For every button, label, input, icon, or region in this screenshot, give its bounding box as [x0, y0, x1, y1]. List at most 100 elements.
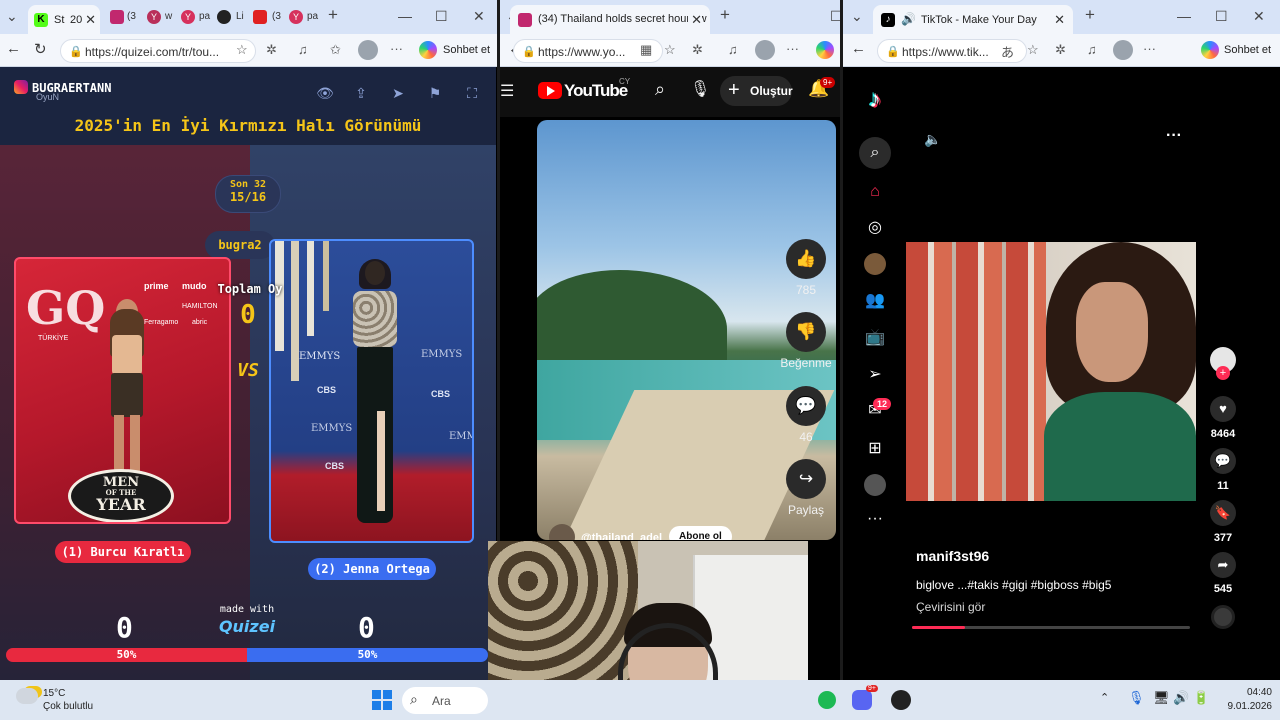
send-icon[interactable]: ➤ — [383, 78, 413, 108]
explore-compass-icon[interactable]: ◎ — [864, 217, 886, 239]
profile-avatar-icon[interactable] — [755, 40, 775, 60]
profile-avatar-icon[interactable] — [864, 474, 886, 496]
maximize-icon[interactable]: ☐ — [830, 8, 840, 25]
copilot-icon[interactable] — [1201, 41, 1219, 59]
music-disc-icon[interactable] — [1211, 605, 1235, 629]
microphone-icon[interactable]: 🎙 — [1128, 690, 1145, 706]
app-icon[interactable] — [891, 690, 911, 710]
tab-list-icon[interactable]: ⌄ — [6, 8, 18, 25]
more-menu-icon[interactable]: ··· — [786, 41, 799, 56]
copilot-icon[interactable] — [419, 41, 437, 59]
chat-button[interactable]: Sohbet et — [1224, 44, 1271, 56]
new-tab-icon[interactable]: + — [720, 5, 730, 25]
share-icon[interactable]: ⇪ — [346, 78, 376, 108]
video-more-icon[interactable]: ··· — [1166, 127, 1182, 145]
y-favicon-icon[interactable]: Y — [289, 10, 303, 24]
more-menu-icon[interactable]: ··· — [1143, 41, 1156, 56]
following-avatar-icon[interactable] — [864, 253, 886, 275]
show-hidden-icons[interactable]: ⌃ — [1100, 691, 1109, 704]
back-icon[interactable]: ← — [6, 40, 21, 57]
close-window-icon[interactable]: ✕ — [1253, 8, 1265, 25]
reader-icon[interactable]: ▦ — [640, 42, 652, 58]
video-progress-track[interactable] — [912, 626, 1190, 629]
more-menu-icon[interactable]: ··· — [390, 41, 403, 56]
youtube-favicon-icon[interactable] — [110, 10, 124, 24]
collections-icon[interactable]: ✩ — [330, 42, 341, 58]
youtube-favicon-icon[interactable]: Y — [147, 10, 161, 24]
chat-button[interactable]: Sohbet et — [443, 44, 490, 56]
music-icon[interactable]: ♫ — [1087, 42, 1097, 57]
comment-icon[interactable]: 💬 — [1210, 448, 1236, 474]
candidate-name-right[interactable]: (2) Jenna Ortega — [308, 558, 436, 580]
like-heart-icon[interactable]: ♥ — [1210, 396, 1236, 422]
copilot-icon[interactable] — [816, 41, 834, 59]
weather-icon[interactable] — [16, 688, 38, 704]
clock-favicon-icon[interactable] — [217, 10, 231, 24]
candidate-card-left[interactable]: GQ TÜRKİYE prime mudo HAMILTON Ferragamo… — [14, 257, 231, 524]
hamburger-menu-icon[interactable]: ☰ — [500, 81, 514, 101]
refresh-icon[interactable]: ↻ — [34, 40, 47, 58]
bookmark-icon[interactable]: 🔖 — [1210, 500, 1236, 526]
music-icon[interactable]: ♫ — [728, 42, 738, 57]
search-icon[interactable]: ⌕ — [655, 79, 665, 100]
live-icon[interactable]: 📺 — [864, 327, 886, 349]
volume-icon[interactable]: 🔊 — [1173, 690, 1189, 706]
discord-icon[interactable] — [852, 690, 872, 710]
extensions-icon[interactable]: ✲ — [266, 42, 277, 58]
search-icon[interactable]: ⌕ — [859, 137, 891, 169]
close-tab-icon[interactable]: ✕ — [1054, 12, 1065, 28]
translate-link[interactable]: Çevirisini gör — [916, 600, 985, 614]
extensions-icon[interactable]: ✲ — [1055, 42, 1066, 58]
like-button[interactable]: 👍 — [786, 239, 826, 279]
friends-icon[interactable]: 👥 — [864, 290, 886, 312]
channel-handle[interactable]: @thailand_adel — [581, 532, 662, 540]
y-favicon-icon[interactable]: Y — [181, 10, 195, 24]
maximize-icon[interactable]: ☐ — [435, 8, 448, 25]
new-tab-icon[interactable]: + — [1085, 5, 1095, 25]
tab-list-icon[interactable]: ⌄ — [851, 8, 863, 25]
view-eye-icon[interactable]: 👁 — [310, 78, 340, 108]
favorite-star-icon[interactable]: ☆ — [664, 42, 676, 58]
share-arrow-icon[interactable]: ➦ — [1210, 552, 1236, 578]
follow-plus-icon[interactable]: + — [1216, 366, 1230, 380]
candidate-card-right[interactable]: EMMYS EMMYS EMMYS EMMYS CBS CBS CBS — [269, 239, 474, 543]
spotify-icon[interactable] — [818, 691, 836, 709]
url-field[interactable]: 🔒 https://quizei.com/tr/tou... — [60, 39, 256, 63]
tab-active[interactable]: ♪ 🔊 TikTok - Make Your Day ✕ — [873, 5, 1073, 34]
tab-active[interactable]: K St 20 ✕ — [28, 5, 100, 34]
minimize-icon[interactable]: — — [1177, 8, 1191, 24]
quizei-logo[interactable]: Quizei — [215, 617, 279, 636]
profile-avatar-icon[interactable] — [1113, 40, 1133, 60]
close-window-icon[interactable]: ✕ — [473, 8, 485, 25]
close-tab-icon[interactable]: ✕ — [85, 12, 96, 28]
clock-time[interactable]: 04:40 — [1220, 687, 1272, 698]
comments-button[interactable]: 💬 — [786, 386, 826, 426]
taskbar-search[interactable]: ⌕ Ara — [402, 687, 488, 714]
tiktok-video-player[interactable] — [906, 242, 1196, 501]
tab-audio-icon[interactable]: 🔊 — [901, 12, 916, 26]
music-icon[interactable]: ♫ — [298, 42, 308, 57]
favorite-star-icon[interactable]: ☆ — [1027, 42, 1039, 58]
candidate-name-left[interactable]: (1) Burcu Kıratlı — [55, 541, 191, 563]
clock-date[interactable]: 9.01.2026 — [1210, 701, 1273, 712]
translate-icon[interactable]: あ — [1001, 42, 1014, 61]
volume-icon[interactable]: 🔈 — [924, 131, 941, 148]
messages-send-icon[interactable]: ➢ — [864, 364, 886, 386]
more-dots-icon[interactable]: ··· — [864, 508, 886, 530]
fullscreen-icon[interactable]: ⛶ — [457, 78, 487, 108]
subscribe-button[interactable]: Abone ol — [669, 526, 732, 540]
weather-desc[interactable]: Çok bulutlu — [43, 701, 93, 712]
tiktok-logo-icon[interactable]: ♪ — [862, 86, 888, 113]
weather-temp[interactable]: 15°C — [43, 688, 65, 699]
new-tab-icon[interactable]: + — [328, 5, 338, 25]
youtube-logo-icon[interactable] — [538, 82, 562, 99]
profile-avatar-icon[interactable] — [358, 40, 378, 60]
extensions-icon[interactable]: ✲ — [692, 42, 703, 58]
video-username[interactable]: manif3st96 — [916, 548, 989, 564]
battery-icon[interactable]: 🔋 — [1193, 690, 1209, 706]
tab-active[interactable]: (34) Thailand holds secret hours w ✕ — [510, 5, 710, 34]
display-icon[interactable]: 🖥 — [1153, 690, 1170, 706]
share-button[interactable]: ↪ — [786, 459, 826, 499]
minimize-icon[interactable]: — — [398, 8, 412, 24]
close-tab-icon[interactable]: ✕ — [688, 12, 702, 28]
